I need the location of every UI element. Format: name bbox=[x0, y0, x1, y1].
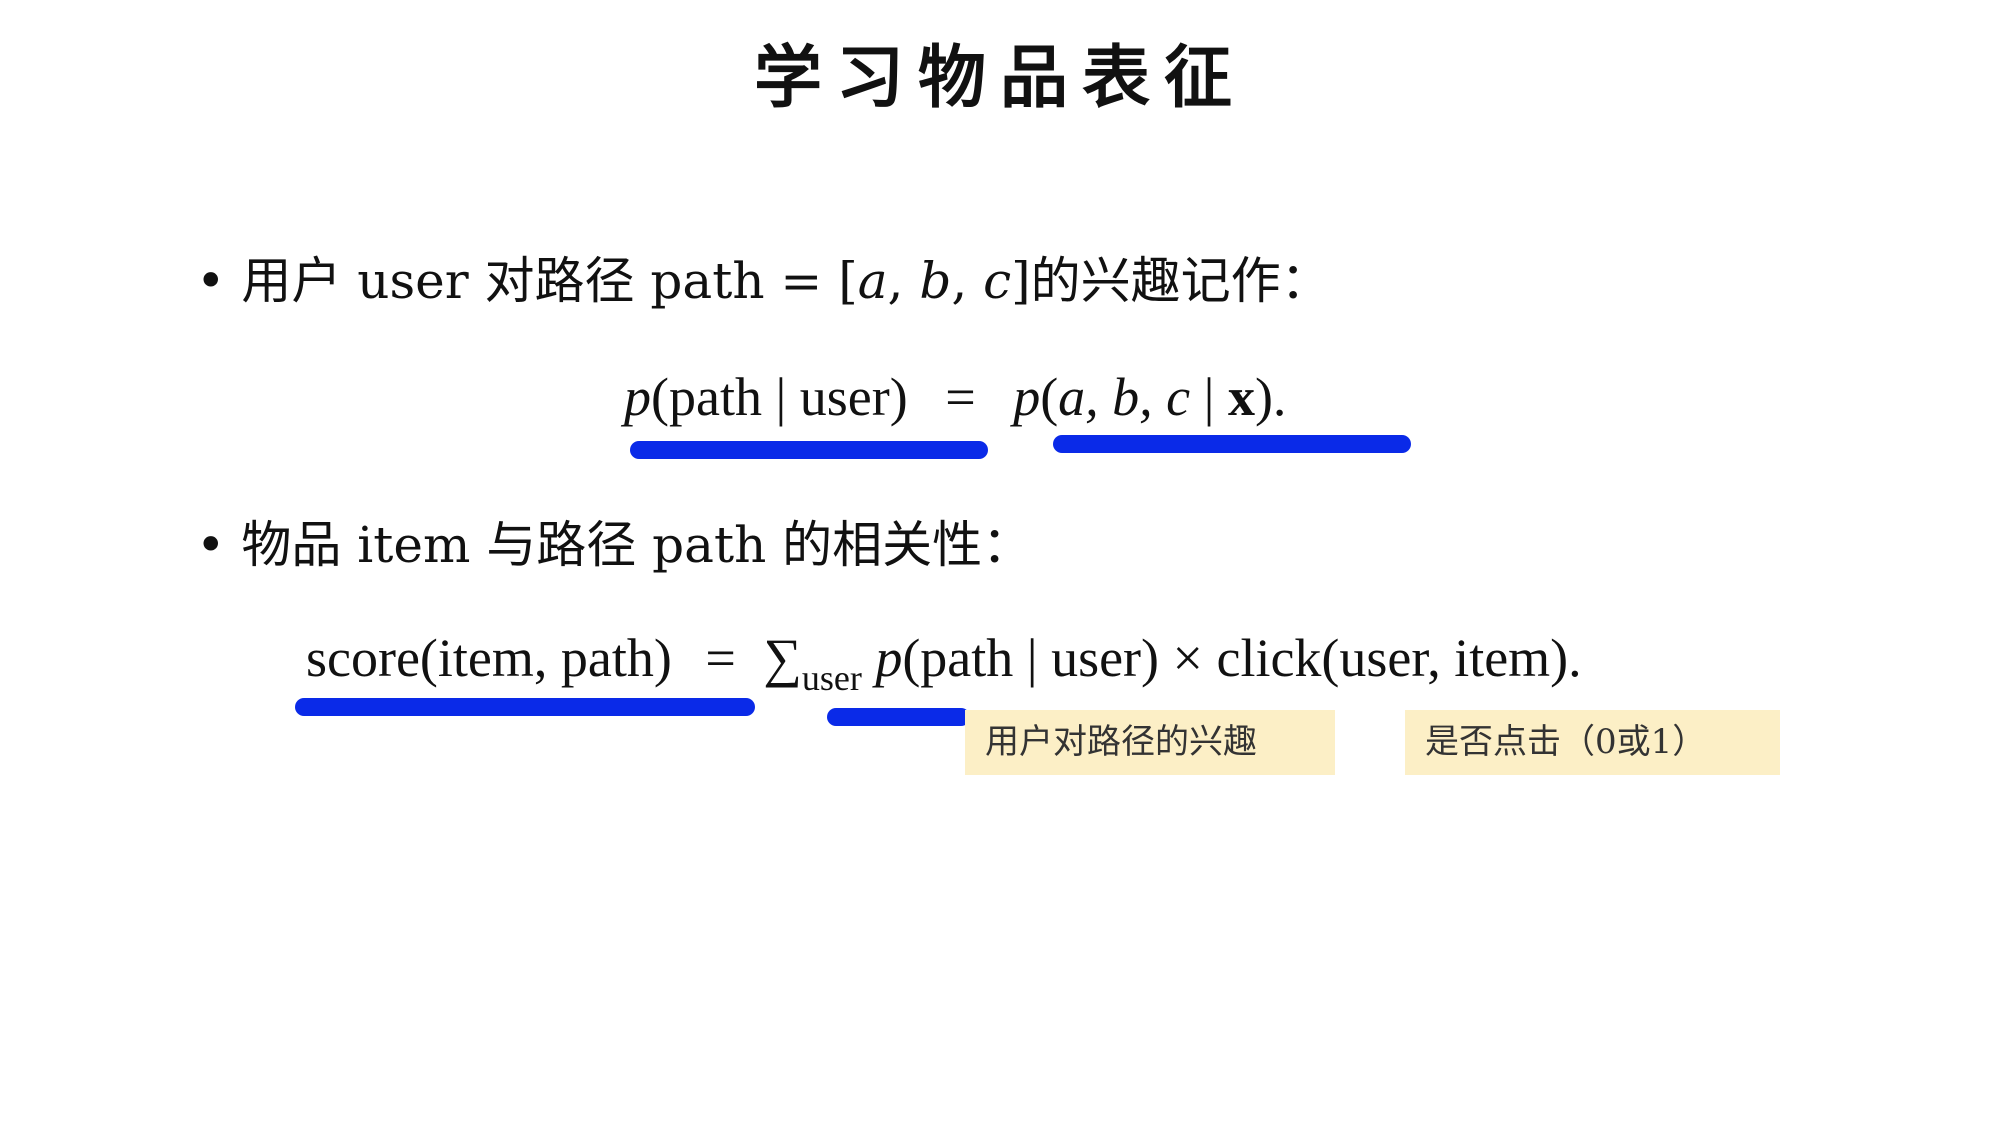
formula-2-sum-sub: user bbox=[801, 658, 862, 698]
formula-1-eq: = bbox=[945, 367, 976, 427]
bullet-1: • 用户 user 对路径 path = [a, b, c]的兴趣记作： bbox=[196, 251, 1331, 311]
comma: , bbox=[887, 252, 920, 310]
bullet-2-label: 物品 item 与路径 path 的相关性： bbox=[241, 516, 1033, 574]
bullet-1-prefix: 用户 user 对路径 path = [ bbox=[241, 252, 858, 310]
formula-2-lhs: score(item, path) bbox=[306, 628, 672, 688]
formula-1-rhs-fn: p bbox=[1013, 367, 1041, 427]
note-interest: 用户对路径的兴趣 bbox=[965, 710, 1335, 775]
formula-1-rhs-close: ). bbox=[1254, 367, 1287, 427]
var-b: b bbox=[919, 252, 952, 310]
formula-1-rhs-vars: a, b, c bbox=[1058, 367, 1191, 427]
underline-path-user bbox=[630, 441, 988, 459]
underline-pabcx bbox=[1053, 435, 1411, 453]
formula-1-lhs-arg: (path | user) bbox=[651, 367, 908, 427]
slide-title: 学习物品表征 bbox=[753, 38, 1246, 118]
formula-2-eq: = bbox=[705, 628, 736, 688]
formula-1-rhs-x: x bbox=[1227, 367, 1255, 427]
var-a: a bbox=[857, 252, 888, 310]
bullet-dot: • bbox=[196, 516, 242, 574]
formula-2-sum: ∑ bbox=[763, 628, 802, 688]
var-c: c bbox=[983, 252, 1012, 310]
underline-score bbox=[295, 698, 755, 716]
formula-1-lhs-fn: p bbox=[624, 367, 651, 427]
formula-2-fn: p bbox=[875, 628, 903, 688]
formula-1-rhs-open: ( bbox=[1040, 367, 1059, 427]
comma: , bbox=[951, 252, 984, 310]
formula-1: p(path | user) = p(a, b, c | x). bbox=[624, 365, 1286, 429]
formula-1-rhs-bar: | bbox=[1190, 367, 1228, 427]
bullet-dot: • bbox=[196, 252, 242, 310]
note-click: 是否点击（0或1） bbox=[1405, 710, 1780, 775]
bullet-1-suffix: ]的兴趣记作： bbox=[1011, 252, 1331, 310]
bullet-2: • 物品 item 与路径 path 的相关性： bbox=[196, 515, 1032, 575]
underline-sum-user bbox=[827, 708, 970, 726]
formula-2-rest: (path | user) × click(user, item). bbox=[902, 628, 1582, 688]
